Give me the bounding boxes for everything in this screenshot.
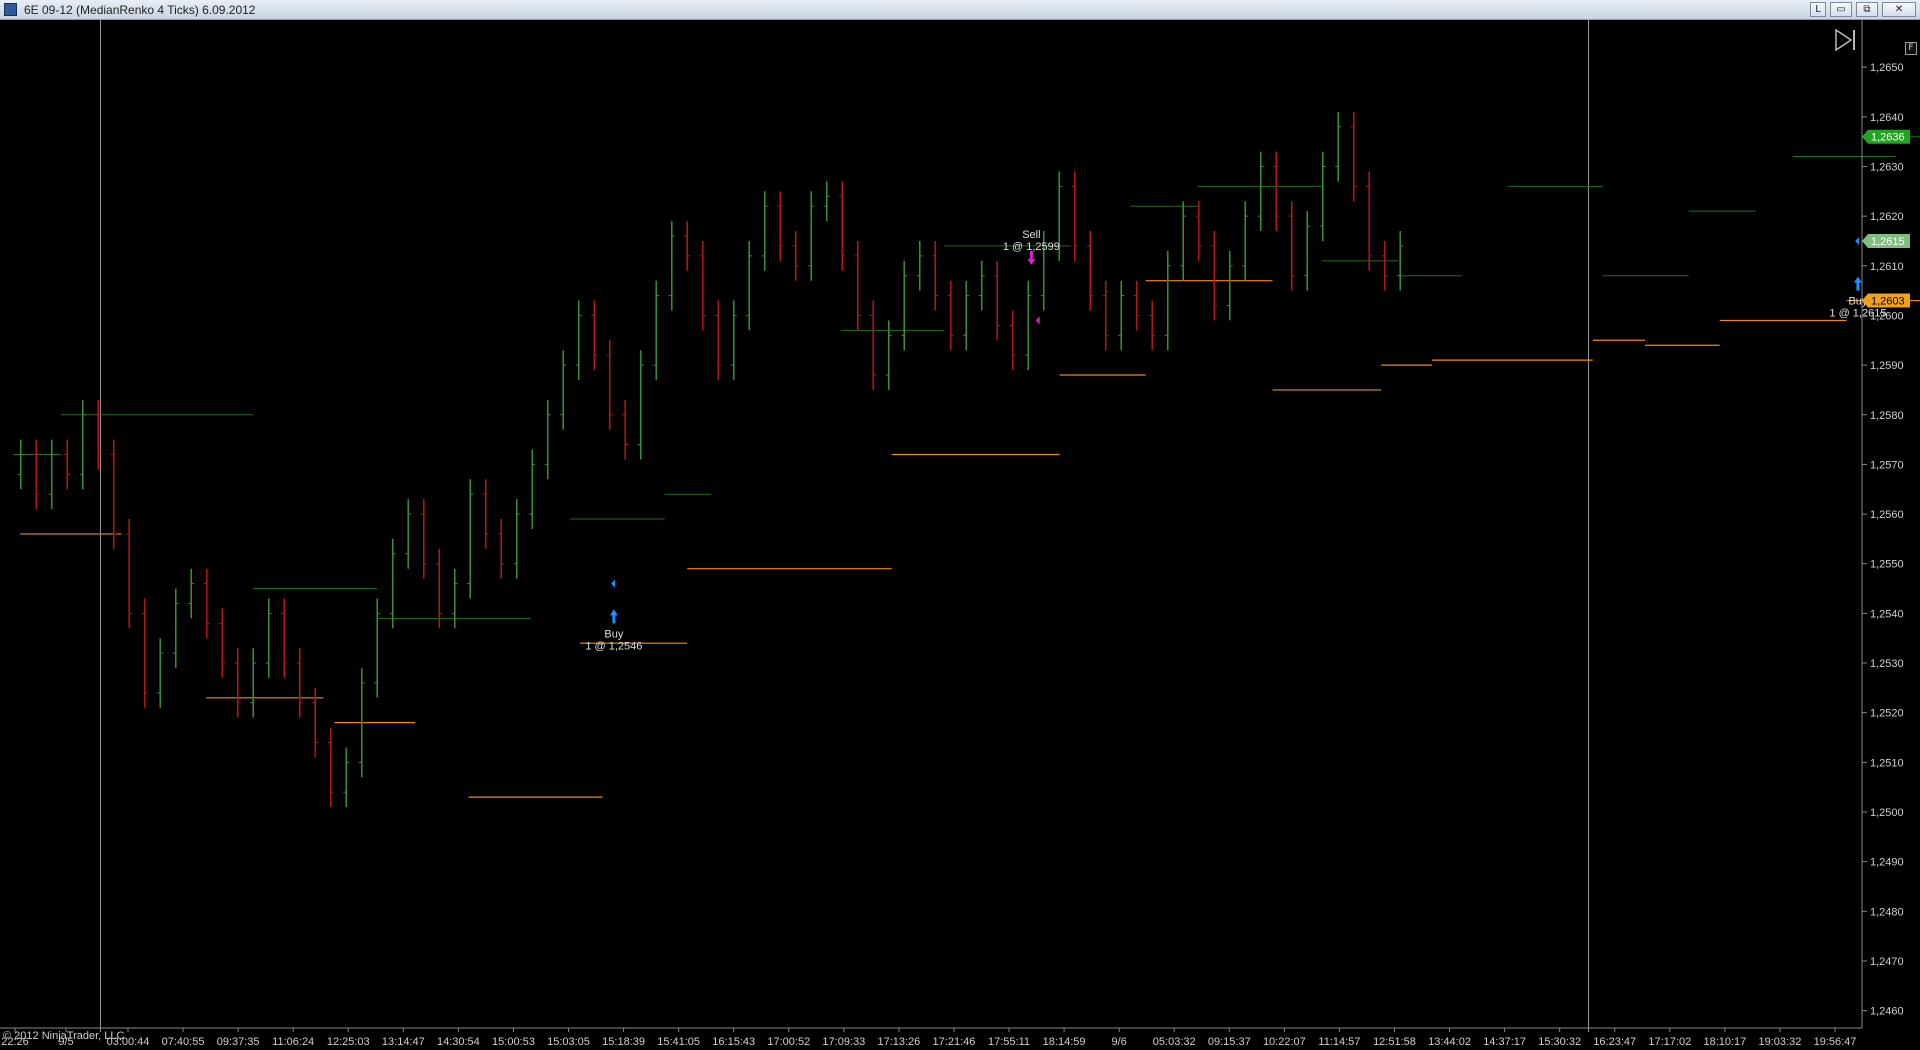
x-tick-label: 05:03:32 [1153, 1036, 1196, 1048]
y-tick-label: 1,2480 [1870, 906, 1904, 918]
x-tick-label: 17:13:26 [877, 1036, 920, 1048]
x-tick-label: 19:03:32 [1759, 1036, 1802, 1048]
x-tick-label: 16:15:43 [712, 1036, 755, 1048]
trade-label: Sell [1022, 229, 1040, 241]
x-tick-label: 09:37:35 [217, 1036, 260, 1048]
x-tick-label: 15:03:05 [547, 1036, 590, 1048]
chart-panel[interactable]: Buy 1 @ 1,2546 Sell 1 @ 1,2599 Buy 1 @ 1,2615… [0, 20, 1920, 1050]
play-to-end-icon[interactable] [1835, 28, 1855, 52]
x-tick-label: 15:41:05 [657, 1036, 700, 1048]
buy-arrow-icon [609, 609, 618, 624]
x-tick-label: 11:06:24 [272, 1036, 314, 1048]
x-tick-label: 07:40:55 [162, 1036, 205, 1048]
y-tick-label: 1,2580 [1870, 410, 1904, 422]
f-button[interactable]: F [1905, 42, 1917, 55]
y-tick-label: 1,2490 [1870, 857, 1904, 869]
x-tick-label: 14:37:17 [1483, 1036, 1526, 1048]
x-tick-label: 9/6 [1112, 1036, 1127, 1048]
price-tag-label: 1,2603 [1871, 296, 1905, 308]
x-tick-label: 13:14:47 [382, 1036, 425, 1048]
x-tick-label: 17:09:33 [822, 1036, 865, 1048]
x-tick-label: 14:30:54 [437, 1036, 480, 1048]
x-tick-label: 12:25:03 [327, 1036, 370, 1048]
x-tick-label: 15:30:32 [1538, 1036, 1581, 1048]
trade-detail: 1 @ 1,2546 [585, 640, 642, 652]
entry-marker-icon [1855, 236, 1860, 245]
y-tick-label: 1,2540 [1870, 608, 1904, 620]
close-button[interactable]: ✕ [1882, 2, 1916, 17]
x-tick-label: 15:00:53 [492, 1036, 535, 1048]
y-tick-label: 1,2630 [1870, 161, 1904, 173]
sell-arrow-icon [1027, 250, 1036, 265]
x-tick-label: 12:51:58 [1373, 1036, 1416, 1048]
window-titlebar: 6E 09-12 (MedianRenko 4 Ticks) 6.09.2012… [0, 0, 1920, 20]
y-tick-label: 1,2500 [1870, 807, 1904, 819]
y-tick-label: 1,2620 [1870, 211, 1904, 223]
entry-marker-icon [611, 579, 616, 588]
y-tick-label: 1,2560 [1870, 509, 1904, 521]
copyright-text: © 2012 NinjaTrader, LLC [3, 1030, 125, 1042]
y-tick-label: 1,2550 [1870, 559, 1904, 571]
y-tick-label: 1,2530 [1870, 658, 1904, 670]
trade-detail: 1 @ 1,2599 [1003, 241, 1060, 253]
x-tick-label: 19:56:47 [1814, 1036, 1857, 1048]
y-tick-label: 1,2470 [1870, 956, 1904, 968]
y-tick-label: 1,2460 [1870, 1006, 1904, 1018]
window-title: 6E 09-12 (MedianRenko 4 Ticks) 6.09.2012 [24, 3, 256, 17]
chart-app-icon [4, 3, 17, 16]
y-tick-label: 1,2570 [1870, 459, 1904, 471]
x-tick-label: 15:18:39 [602, 1036, 645, 1048]
buy-arrow-icon [1853, 276, 1862, 291]
maximize-button[interactable]: ⧉ [1856, 2, 1878, 17]
price-tag-label: 1,2615 [1871, 236, 1905, 248]
y-tick-label: 1,2610 [1870, 261, 1904, 273]
x-tick-label: 18:14:59 [1043, 1036, 1086, 1048]
y-tick-label: 1,2650 [1870, 62, 1904, 74]
link-button[interactable]: L [1810, 2, 1826, 17]
x-tick-label: 18:10:17 [1703, 1036, 1746, 1048]
y-tick-label: 1,2600 [1870, 310, 1904, 322]
y-tick-label: 1,2640 [1870, 112, 1904, 124]
x-tick-label: 17:21:46 [933, 1036, 976, 1048]
entry-marker-icon [1035, 316, 1040, 325]
x-tick-label: 09:15:37 [1208, 1036, 1251, 1048]
x-tick-label: 17:00:52 [767, 1036, 810, 1048]
price-tag-label: 1,2636 [1871, 132, 1905, 144]
minimize-button[interactable]: ▭ [1830, 2, 1852, 17]
y-tick-label: 1,2510 [1870, 757, 1904, 769]
y-tick-label: 1,2520 [1870, 708, 1904, 720]
x-tick-label: 10:22:07 [1263, 1036, 1306, 1048]
x-tick-label: 16:23:47 [1593, 1036, 1636, 1048]
trade-label: Buy [604, 628, 623, 640]
x-tick-label: 11:14:57 [1318, 1036, 1360, 1048]
x-tick-label: 17:55:11 [988, 1036, 1030, 1048]
x-tick-label: 17:17:02 [1648, 1036, 1691, 1048]
price-chart[interactable]: Buy1 @ 1,2546Sell1 @ 1,2599Buy1 @ 1,2615… [0, 20, 1920, 1050]
x-tick-label: 13:44:02 [1428, 1036, 1471, 1048]
y-tick-label: 1,2590 [1870, 360, 1904, 372]
